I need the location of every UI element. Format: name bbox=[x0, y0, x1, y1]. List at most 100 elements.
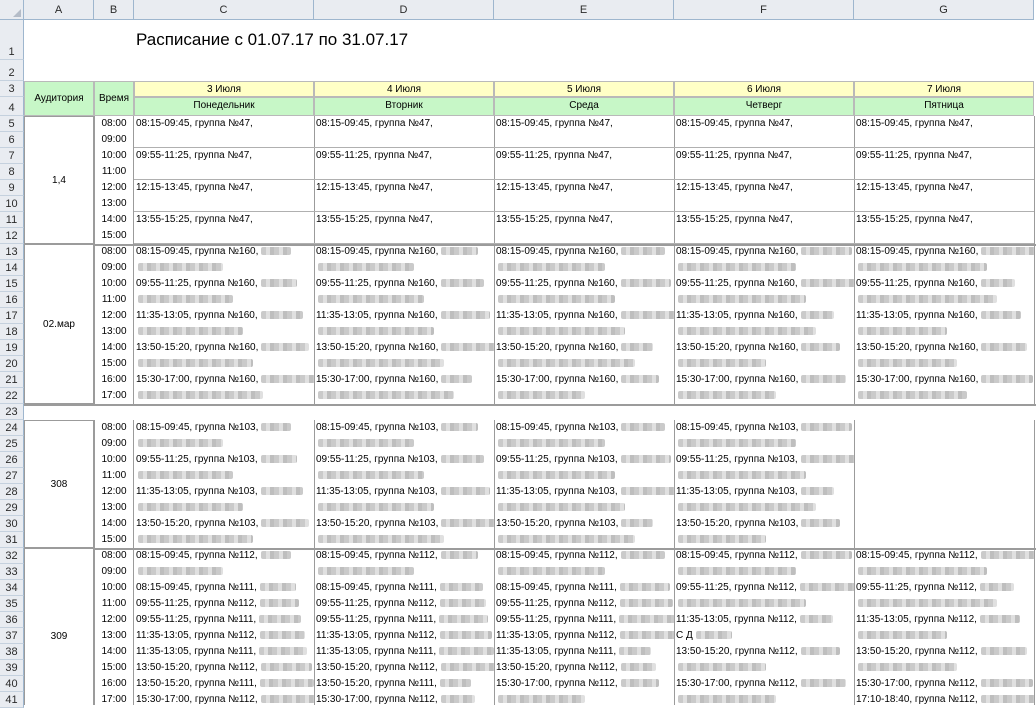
schedule-cell[interactable]: 08:15-09:45, группа №112, bbox=[494, 548, 674, 564]
select-all-corner[interactable] bbox=[0, 0, 24, 20]
schedule-cell[interactable] bbox=[674, 468, 854, 484]
header-date-0[interactable]: 3 Июля bbox=[134, 81, 314, 97]
schedule-cell[interactable] bbox=[494, 132, 674, 148]
schedule-cell[interactable]: 12:15-13:45, группа №47, bbox=[134, 180, 314, 196]
schedule-cell[interactable] bbox=[314, 324, 494, 340]
row-header-22[interactable]: 22 bbox=[0, 388, 24, 404]
schedule-cell[interactable]: 13:55-15:25, группа №47, bbox=[854, 212, 1034, 228]
schedule-cell[interactable]: 11:35-13:05, группа №160, bbox=[134, 308, 314, 324]
schedule-cell[interactable] bbox=[674, 164, 854, 180]
column-header-a[interactable]: A bbox=[24, 0, 94, 20]
time-cell[interactable]: 15:00 bbox=[94, 660, 134, 676]
schedule-cell[interactable]: 11:35-13:05, группа №112, bbox=[314, 628, 494, 644]
row-header-18[interactable]: 18 bbox=[0, 324, 24, 340]
time-cell[interactable]: 11:00 bbox=[94, 468, 134, 484]
time-cell[interactable]: 13:00 bbox=[94, 628, 134, 644]
schedule-cell[interactable] bbox=[314, 132, 494, 148]
schedule-cell[interactable] bbox=[674, 260, 854, 276]
column-header-f[interactable]: F bbox=[674, 0, 854, 20]
row-header-38[interactable]: 38 bbox=[0, 644, 24, 660]
schedule-cell[interactable]: 08:15-09:45, группа №112, bbox=[674, 548, 854, 564]
time-cell[interactable]: 09:00 bbox=[94, 132, 134, 148]
schedule-cell[interactable] bbox=[854, 260, 1034, 276]
schedule-cell[interactable]: 09:55-11:25, группа №47, bbox=[854, 148, 1034, 164]
schedule-cell[interactable] bbox=[134, 532, 314, 548]
schedule-cell[interactable]: 11:35-13:05, группа №160, bbox=[854, 308, 1034, 324]
schedule-cell[interactable]: 13:50-15:20, группа №160, bbox=[494, 340, 674, 356]
header-weekday-0[interactable]: Понедельник bbox=[134, 97, 314, 116]
row-header-41[interactable]: 41 bbox=[0, 692, 24, 708]
schedule-cell[interactable]: 08:15-09:45, группа №47, bbox=[674, 116, 854, 132]
schedule-cell[interactable]: 13:50-15:20, группа №112, bbox=[134, 660, 314, 676]
room-cell-1[interactable]: 02.мар bbox=[24, 244, 94, 404]
schedule-cell[interactable]: 08:15-09:45, группа №111, bbox=[134, 580, 314, 596]
schedule-cell[interactable] bbox=[134, 500, 314, 516]
row-header-9[interactable]: 9 bbox=[0, 180, 24, 196]
row-header-1[interactable]: 1 bbox=[0, 20, 24, 60]
schedule-cell[interactable] bbox=[314, 468, 494, 484]
schedule-cell[interactable]: 11:35-13:05, группа №112, bbox=[674, 612, 854, 628]
schedule-cell[interactable]: 09:55-11:25, группа №103, bbox=[494, 452, 674, 468]
row-header-33[interactable]: 33 bbox=[0, 564, 24, 580]
schedule-cell[interactable] bbox=[134, 564, 314, 580]
schedule-cell[interactable] bbox=[854, 388, 1034, 404]
row-header-14[interactable]: 14 bbox=[0, 260, 24, 276]
schedule-cell[interactable] bbox=[314, 356, 494, 372]
room-cell-2[interactable]: 308 bbox=[24, 420, 94, 548]
column-header-b[interactable]: B bbox=[94, 0, 134, 20]
time-cell[interactable]: 13:00 bbox=[94, 324, 134, 340]
time-cell[interactable]: 14:00 bbox=[94, 516, 134, 532]
row-header-21[interactable]: 21 bbox=[0, 372, 24, 388]
column-header-c[interactable]: C bbox=[134, 0, 314, 20]
schedule-cell[interactable]: 12:15-13:45, группа №47, bbox=[314, 180, 494, 196]
schedule-cell[interactable]: 08:15-09:45, группа №160, bbox=[854, 244, 1034, 260]
sheet-title[interactable]: Расписание с 01.07.17 по 31.07.17 bbox=[136, 20, 736, 60]
row-header-30[interactable]: 30 bbox=[0, 516, 24, 532]
schedule-cell[interactable] bbox=[674, 132, 854, 148]
schedule-cell[interactable]: 13:50-15:20, группа №111, bbox=[134, 676, 314, 692]
schedule-cell[interactable]: 09:55-11:25, группа №160, bbox=[674, 276, 854, 292]
schedule-cell[interactable] bbox=[854, 420, 1034, 436]
header-weekday-4[interactable]: Пятница bbox=[854, 97, 1034, 116]
row-header-23[interactable]: 23 bbox=[0, 404, 24, 420]
time-cell[interactable]: 12:00 bbox=[94, 180, 134, 196]
schedule-cell[interactable]: 08:15-09:45, группа №112, bbox=[314, 548, 494, 564]
schedule-cell[interactable]: 09:55-11:25, группа №111, bbox=[494, 612, 674, 628]
schedule-cell[interactable] bbox=[494, 388, 674, 404]
schedule-cell[interactable] bbox=[854, 292, 1034, 308]
column-header-e[interactable]: E bbox=[494, 0, 674, 20]
schedule-cell[interactable]: 09:55-11:25, группа №160, bbox=[854, 276, 1034, 292]
schedule-cell[interactable]: 11:35-13:05, группа №103, bbox=[674, 484, 854, 500]
schedule-cell[interactable] bbox=[854, 484, 1034, 500]
schedule-cell[interactable] bbox=[314, 532, 494, 548]
schedule-cell[interactable] bbox=[854, 500, 1034, 516]
time-cell[interactable]: 08:00 bbox=[94, 116, 134, 132]
row-header-15[interactable]: 15 bbox=[0, 276, 24, 292]
schedule-cell[interactable]: 11:35-13:05, группа №160, bbox=[494, 308, 674, 324]
row-header-40[interactable]: 40 bbox=[0, 676, 24, 692]
schedule-cell[interactable] bbox=[674, 388, 854, 404]
schedule-cell[interactable]: 11:35-13:05, группа №111, bbox=[134, 644, 314, 660]
schedule-cell[interactable]: 17:10-18:40, группа №112, bbox=[854, 692, 1034, 705]
schedule-cell[interactable] bbox=[674, 196, 854, 212]
schedule-cell[interactable] bbox=[854, 132, 1034, 148]
schedule-cell[interactable]: 09:55-11:25, группа №160, bbox=[494, 276, 674, 292]
schedule-cell[interactable]: 08:15-09:45, группа №160, bbox=[674, 244, 854, 260]
schedule-cell[interactable] bbox=[674, 660, 854, 676]
row-header-24[interactable]: 24 bbox=[0, 420, 24, 436]
time-cell[interactable]: 12:00 bbox=[94, 308, 134, 324]
schedule-cell[interactable]: 11:35-13:05, группа №112, bbox=[134, 628, 314, 644]
schedule-cell[interactable] bbox=[494, 436, 674, 452]
schedule-cell[interactable] bbox=[134, 132, 314, 148]
schedule-cell[interactable] bbox=[854, 324, 1034, 340]
schedule-cell[interactable]: 11:35-13:05, группа №103, bbox=[314, 484, 494, 500]
header-weekday-2[interactable]: Среда bbox=[494, 97, 674, 116]
schedule-cell[interactable] bbox=[674, 324, 854, 340]
schedule-cell[interactable]: 11:35-13:05, группа №112, bbox=[494, 628, 674, 644]
schedule-cell[interactable]: 15:30-17:00, группа №112, bbox=[854, 676, 1034, 692]
sheet-grid[interactable]: Расписание с 01.07.17 по 31.07.17 Аудито… bbox=[24, 20, 1036, 705]
header-weekday-3[interactable]: Четверг bbox=[674, 97, 854, 116]
schedule-cell[interactable]: 11:35-13:05, группа №160, bbox=[314, 308, 494, 324]
room-cell-3[interactable]: 309 bbox=[24, 548, 94, 705]
time-cell[interactable]: 10:00 bbox=[94, 452, 134, 468]
